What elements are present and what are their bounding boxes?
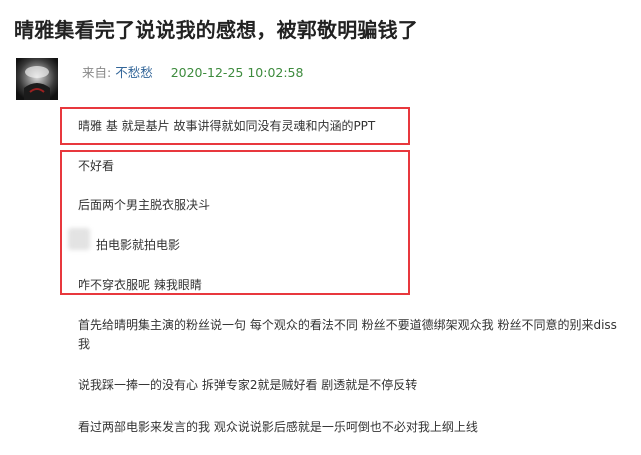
boxed-line-4: 咋不穿衣服呢 辣我眼睛 [78, 278, 202, 292]
redacted-blur [68, 228, 90, 250]
paragraph-1: 首先给晴明集主演的粉丝说一句 每个观众的看法不同 粉丝不要道德绑架观众我 粉丝不… [78, 318, 617, 351]
avatar[interactable] [16, 58, 58, 100]
paragraph-2: 说我踩一捧一的没有心 拆弹专家2就是贼好看 剧透就是不停反转 [78, 378, 418, 392]
boxed-line: 晴雅 基 就是基片 故事讲得就如同没有灵魂和内涵的PPT [78, 119, 376, 133]
post-meta: 来自: 不愁愁 2020-12-25 10:02:58 [82, 62, 303, 81]
boxed-line-3: 拍电影就拍电影 [96, 238, 181, 252]
author-link[interactable]: 不愁愁 [115, 65, 153, 80]
avatar-image [16, 58, 58, 100]
post-timestamp: 2020-12-25 10:02:58 [170, 65, 304, 80]
boxed-line-2: 后面两个男主脱衣服决斗 [78, 198, 211, 212]
post-title: 晴雅集看完了说说我的感想，被郭敬明骗钱了 [14, 18, 418, 42]
from-label: 来自: [82, 65, 116, 80]
paragraph-3: 看过两部电影来发言的我 观众说说影后感就是一乐呵倒也不必对我上纲上线 [78, 420, 478, 434]
boxed-line-1: 不好看 [78, 159, 115, 173]
